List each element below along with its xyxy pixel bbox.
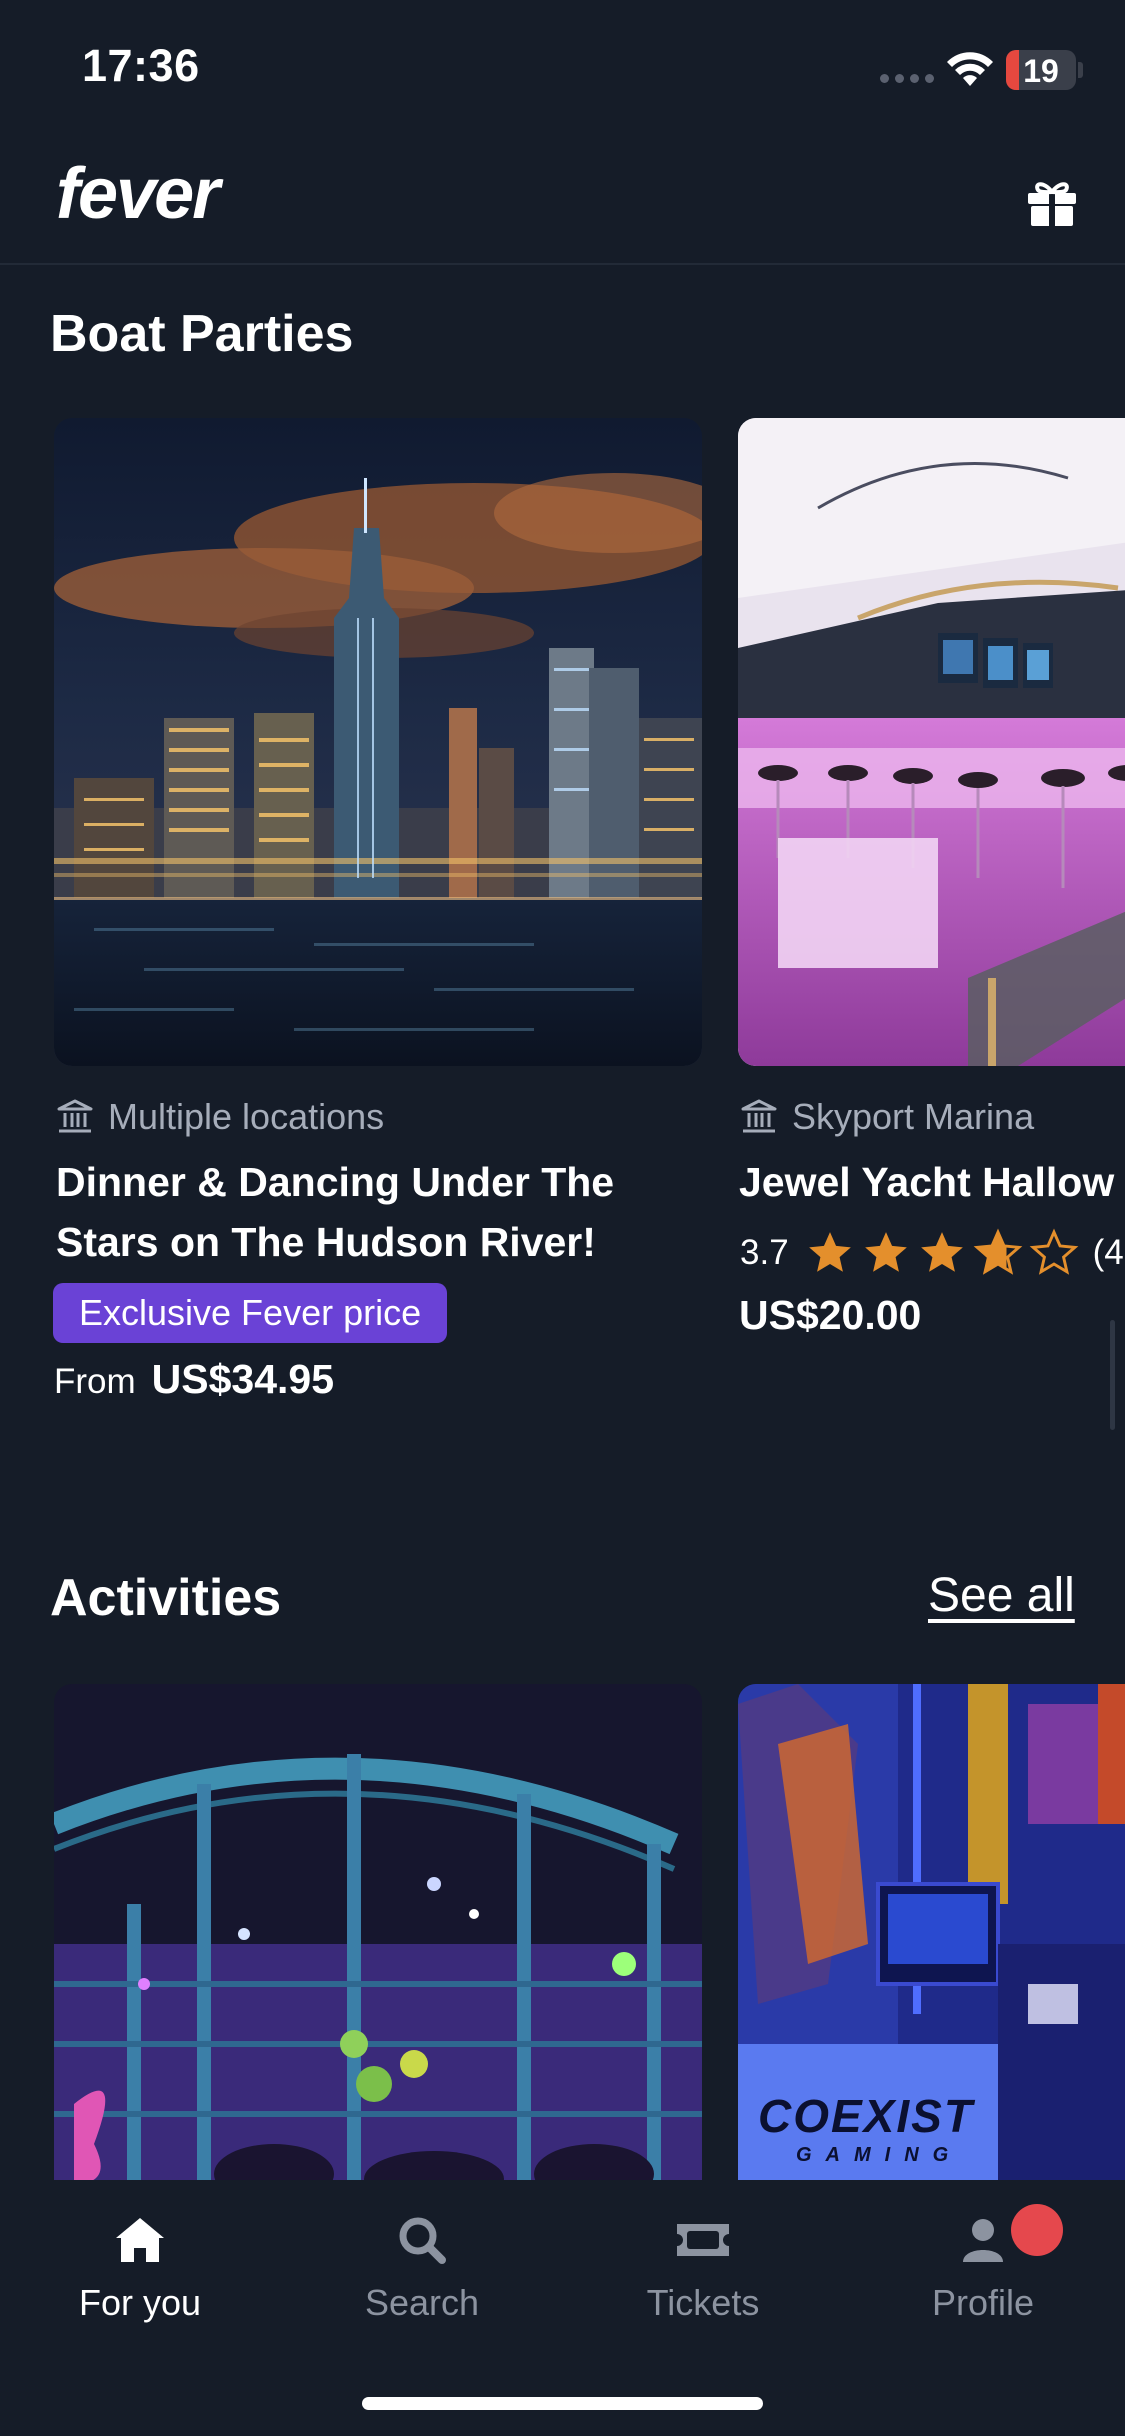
gift-icon[interactable] <box>1026 179 1078 227</box>
event-title-line: Dinner & Dancing Under The <box>56 1159 615 1205</box>
star-filled-icon <box>920 1232 963 1272</box>
event-title[interactable]: Jewel Yacht Hallow <box>739 1152 1114 1212</box>
event-price: From US$34.95 <box>54 1356 334 1403</box>
cellular-signal-icon <box>880 74 934 83</box>
profile-icon <box>963 2219 1003 2262</box>
event-rating: 3.7 (4 <box>740 1228 1124 1278</box>
section-title-activities: Activities <box>50 1569 282 1627</box>
scroll-indicator <box>1110 1320 1115 1430</box>
star-empty-icon <box>1029 1228 1078 1275</box>
venue-icon <box>741 1099 777 1133</box>
coexist-logo-text: COEXIST <box>758 2090 974 2142</box>
battery-level: 19 <box>1023 53 1059 89</box>
fever-logo[interactable]: fever <box>56 153 220 235</box>
star-filled-icon <box>808 1232 851 1272</box>
event-venue: Skyport Marina <box>740 1096 1034 1138</box>
price-amount: US$34.95 <box>151 1356 335 1402</box>
activity-card-image[interactable] <box>54 1684 702 2184</box>
tab-label: Profile <box>931 2282 1035 2323</box>
coexist-logo-subtext: GAMING <box>796 2144 963 2166</box>
home-icon <box>116 2218 164 2262</box>
status-time: 17:36 <box>82 40 200 91</box>
status-bar: 17:36 19 <box>0 0 1125 135</box>
wifi-icon <box>947 52 993 86</box>
activity-card-image[interactable]: COEXIST GAMING <box>738 1684 1125 2184</box>
tab-profile[interactable]: Profile <box>843 2204 1123 2324</box>
tab-for-you[interactable]: For you <box>0 2210 280 2324</box>
event-price: US$20.00 <box>739 1292 921 1339</box>
venue-label: Multiple locations <box>108 1096 385 1137</box>
see-all-link[interactable]: See all <box>928 1568 1075 1623</box>
star-filled-icon <box>864 1232 907 1272</box>
event-card-image[interactable] <box>54 418 702 1066</box>
ticket-icon <box>677 2224 729 2256</box>
battery-tip <box>1078 62 1083 78</box>
event-title[interactable]: Dinner & Dancing Under The Stars on The … <box>56 1152 614 1272</box>
tab-tickets[interactable]: Tickets <box>563 2210 843 2324</box>
venue-label: Skyport Marina <box>792 1096 1035 1137</box>
rating-count: (4 <box>1092 1233 1124 1272</box>
rating-value: 3.7 <box>740 1233 789 1272</box>
event-title-line: Stars on The Hudson River! <box>56 1219 596 1265</box>
tab-label: Search <box>364 2282 480 2323</box>
star-partial-icon <box>973 1228 1022 1275</box>
venue-icon <box>57 1099 93 1133</box>
tab-label: For you <box>78 2282 202 2323</box>
event-card-image[interactable] <box>738 418 1125 1066</box>
battery-icon: 19 <box>1006 50 1076 90</box>
exclusive-price-badge: Exclusive Fever price <box>53 1283 448 1343</box>
app-header: fever <box>0 135 1125 265</box>
tab-search[interactable]: Search <box>282 2210 562 2324</box>
section-title-boat-parties: Boat Parties <box>50 305 354 363</box>
event-venue: Multiple locations <box>56 1096 384 1138</box>
tab-label: Tickets <box>646 2282 760 2323</box>
search-icon <box>399 2217 446 2264</box>
notification-badge <box>1011 2204 1063 2256</box>
price-amount: US$20.00 <box>739 1292 922 1338</box>
price-prefix: From <box>54 1362 136 1401</box>
home-indicator <box>362 2397 763 2410</box>
